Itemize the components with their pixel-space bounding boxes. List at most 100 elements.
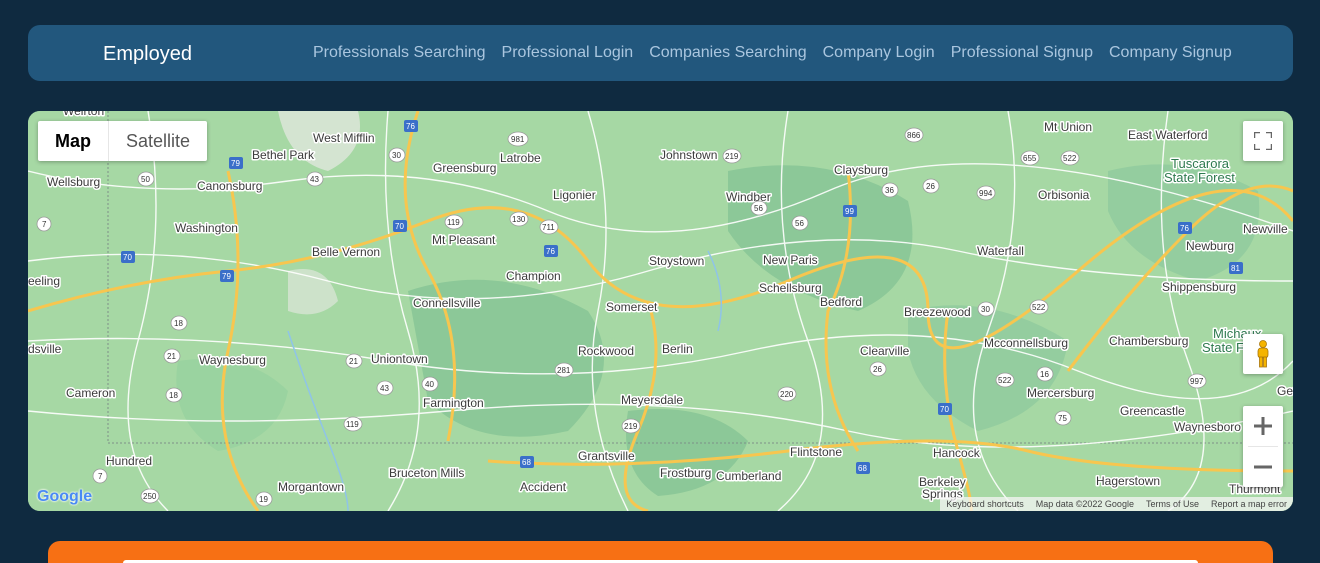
nav-professional-signup[interactable]: Professional Signup: [951, 44, 1093, 62]
svg-text:281: 281: [557, 366, 571, 375]
svg-text:68: 68: [522, 458, 531, 467]
svg-text:Rockwood: Rockwood: [578, 344, 634, 358]
svg-text:Waynesburg: Waynesburg: [199, 353, 266, 367]
svg-text:Tuscarora: Tuscarora: [1171, 156, 1230, 171]
svg-text:Stoystown: Stoystown: [649, 254, 704, 268]
svg-text:7: 7: [98, 472, 103, 481]
svg-text:70: 70: [940, 405, 949, 414]
svg-text:866: 866: [907, 131, 921, 140]
svg-text:Ligonier: Ligonier: [553, 188, 596, 202]
svg-text:68: 68: [858, 464, 867, 473]
svg-text:119: 119: [346, 420, 359, 429]
svg-text:997: 997: [1190, 377, 1204, 386]
svg-text:Hundred: Hundred: [106, 454, 152, 468]
svg-text:81: 81: [1231, 264, 1240, 273]
svg-text:Johnstown: Johnstown: [660, 148, 717, 162]
svg-text:522: 522: [1063, 154, 1077, 163]
svg-text:Canonsburg: Canonsburg: [197, 179, 262, 193]
svg-text:Mercersburg: Mercersburg: [1027, 386, 1094, 400]
svg-text:56: 56: [754, 204, 763, 213]
svg-text:70: 70: [123, 253, 132, 262]
terms-of-use-link[interactable]: Terms of Use: [1146, 499, 1199, 509]
map-type-satellite-button[interactable]: Satellite: [109, 121, 207, 161]
svg-text:Somerset: Somerset: [606, 300, 658, 314]
map-canvas[interactable]: Weirton West Mifflin Bethel Park Greensb…: [28, 111, 1293, 511]
svg-text:Weirton: Weirton: [63, 111, 104, 118]
svg-text:7: 7: [42, 220, 47, 229]
map-type-control: Map Satellite: [38, 121, 208, 161]
svg-text:30: 30: [392, 151, 401, 160]
svg-text:219: 219: [725, 152, 739, 161]
nav-company-signup[interactable]: Company Signup: [1109, 44, 1232, 62]
svg-text:Belle Vernon: Belle Vernon: [312, 245, 380, 259]
svg-text:522: 522: [998, 376, 1012, 385]
svg-text:East Waterford: East Waterford: [1128, 128, 1208, 142]
svg-text:Shippensburg: Shippensburg: [1162, 280, 1236, 294]
svg-text:Connellsville: Connellsville: [413, 296, 481, 310]
nav-companies-searching[interactable]: Companies Searching: [649, 44, 806, 62]
svg-text:Grantsville: Grantsville: [578, 449, 635, 463]
nav-professionals-searching[interactable]: Professionals Searching: [313, 44, 486, 62]
svg-text:75: 75: [1058, 414, 1067, 423]
svg-text:36: 36: [885, 186, 894, 195]
svg-text:Farmington: Farmington: [423, 396, 484, 410]
svg-text:Greensburg: Greensburg: [433, 161, 496, 175]
svg-text:79: 79: [222, 272, 231, 281]
keyboard-shortcuts-link[interactable]: Keyboard shortcuts: [946, 499, 1024, 509]
svg-text:119: 119: [447, 218, 460, 227]
svg-text:Mt Pleasant: Mt Pleasant: [432, 233, 496, 247]
svg-text:Accident: Accident: [520, 480, 567, 494]
minus-icon: [1254, 465, 1272, 469]
svg-text:Cameron: Cameron: [66, 386, 115, 400]
svg-text:Clearville: Clearville: [860, 344, 910, 358]
map-data-text: Map data ©2022 Google: [1035, 499, 1134, 509]
svg-text:Waynesboro: Waynesboro: [1174, 420, 1241, 434]
zoom-out-button[interactable]: [1243, 447, 1283, 487]
top-navbar: Employed Professionals Searching Profess…: [28, 25, 1293, 81]
svg-text:Cumberland: Cumberland: [716, 469, 781, 483]
svg-text:30: 30: [981, 305, 990, 314]
report-map-error-link[interactable]: Report a map error: [1211, 499, 1287, 509]
map-type-map-button[interactable]: Map: [38, 121, 109, 161]
svg-text:Newville: Newville: [1243, 222, 1288, 236]
svg-text:Schellsburg: Schellsburg: [759, 281, 822, 295]
svg-text:Bethel Park: Bethel Park: [252, 148, 315, 162]
svg-text:eeling: eeling: [28, 274, 60, 288]
svg-text:18: 18: [169, 391, 178, 400]
svg-text:99: 99: [845, 207, 854, 216]
svg-text:220: 220: [780, 390, 794, 399]
svg-text:Mt Union: Mt Union: [1044, 120, 1092, 134]
svg-text:Waterfall: Waterfall: [977, 244, 1024, 258]
svg-text:Champion: Champion: [506, 269, 561, 283]
zoom-in-button[interactable]: [1243, 406, 1283, 446]
google-map[interactable]: Weirton West Mifflin Bethel Park Greensb…: [28, 111, 1293, 511]
google-logo[interactable]: Google: [37, 488, 92, 506]
svg-text:dsville: dsville: [28, 342, 62, 356]
svg-text:16: 16: [1040, 370, 1049, 379]
svg-text:43: 43: [380, 384, 389, 393]
svg-text:Orbisonia: Orbisonia: [1038, 188, 1090, 202]
svg-text:Greencastle: Greencastle: [1120, 404, 1185, 418]
svg-text:219: 219: [624, 422, 638, 431]
street-view-pegman[interactable]: [1243, 334, 1283, 374]
svg-text:70: 70: [395, 222, 404, 231]
svg-text:655: 655: [1023, 154, 1037, 163]
svg-text:West Mifflin: West Mifflin: [313, 131, 375, 145]
zoom-control: [1243, 406, 1283, 487]
search-panel: [48, 541, 1273, 563]
nav-professional-login[interactable]: Professional Login: [502, 44, 634, 62]
brand-logo[interactable]: Employed: [103, 42, 192, 66]
svg-text:18: 18: [174, 319, 183, 328]
nav-company-login[interactable]: Company Login: [823, 44, 935, 62]
svg-text:21: 21: [349, 357, 358, 366]
svg-text:State Forest: State Forest: [1164, 170, 1235, 185]
svg-text:40: 40: [425, 380, 434, 389]
svg-text:19: 19: [259, 495, 268, 504]
fullscreen-button[interactable]: [1243, 121, 1283, 161]
svg-text:Latrobe: Latrobe: [500, 151, 541, 165]
svg-text:Uniontown: Uniontown: [371, 352, 428, 366]
svg-text:994: 994: [979, 189, 993, 198]
svg-text:130: 130: [512, 215, 526, 224]
svg-text:76: 76: [1180, 224, 1189, 233]
svg-text:Chambersburg: Chambersburg: [1109, 334, 1188, 348]
